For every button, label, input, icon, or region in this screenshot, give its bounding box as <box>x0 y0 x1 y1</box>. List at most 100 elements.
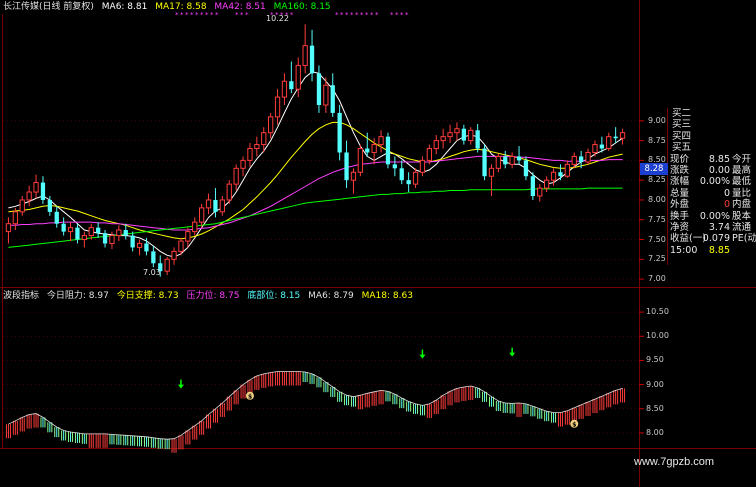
price-axis-label: 8.50 <box>648 155 666 165</box>
candle <box>433 135 439 155</box>
candle-body <box>178 240 184 252</box>
candle-body <box>371 144 377 153</box>
candle <box>330 73 335 117</box>
candle <box>530 172 535 200</box>
candle-body <box>350 171 357 181</box>
candle-body <box>274 96 281 118</box>
candle-body <box>254 144 260 150</box>
quote-value: 8.85 <box>708 244 730 256</box>
candle <box>558 164 563 181</box>
candle-body <box>426 148 432 161</box>
quote-right-label: PE(动) <box>732 233 756 245</box>
candle-body <box>419 159 426 173</box>
candle <box>33 174 39 199</box>
quote-row: 换手 0.00% 股本 <box>668 211 756 222</box>
quote-right-label: 今开 <box>732 153 752 165</box>
orderbook-label: 买二 <box>672 108 692 119</box>
candle <box>5 217 12 244</box>
price-axis-label: 9.00 <box>648 115 666 125</box>
candle-body <box>33 182 39 193</box>
candle <box>136 239 143 256</box>
candle-body <box>233 167 239 185</box>
candle-body <box>61 223 66 232</box>
quote-label: 收益(一) <box>670 233 706 245</box>
candle-body <box>558 172 563 177</box>
candle <box>240 156 246 177</box>
candle-body <box>144 243 149 252</box>
orderbook-label: 买三 <box>672 119 692 131</box>
candle <box>88 223 94 240</box>
candle-body <box>261 132 267 146</box>
price-axis-label: 7.25 <box>648 254 666 264</box>
signal-dot: * <box>345 11 349 19</box>
money-bag-icon: $ <box>245 391 254 400</box>
candle-body <box>185 231 191 242</box>
indicator-bars <box>5 371 626 453</box>
candles <box>5 24 626 277</box>
orderbook-row: 买四 <box>668 131 756 142</box>
ind-ma6-value: MA6: 8.79 <box>308 291 354 301</box>
quote-row: 收益(一)0.079PE(动) <box>668 233 756 244</box>
candle <box>192 217 198 236</box>
candle-body <box>240 159 246 169</box>
candle-body <box>447 132 453 138</box>
candle <box>81 231 87 248</box>
low-annotation: 7.03 <box>143 268 161 277</box>
orderbook-row: 买三 <box>668 119 756 130</box>
quote-row: 涨跌 0.00 最高 <box>668 165 756 176</box>
candle <box>468 127 474 145</box>
candle-body <box>475 130 480 149</box>
quote-value: 0.079 <box>702 233 730 245</box>
candle-body <box>281 80 288 98</box>
candle <box>254 136 260 157</box>
candle <box>96 222 101 238</box>
candle-body <box>337 112 342 153</box>
quote-right-label: 内盘 <box>732 199 752 211</box>
candle <box>412 168 419 189</box>
quote-row: 15:00 8.85 <box>668 245 756 256</box>
orderbook-row: 买五 <box>668 142 756 153</box>
candle-body <box>213 199 218 212</box>
candle <box>281 73 288 105</box>
candle-body <box>412 171 419 185</box>
candle-body <box>151 251 156 264</box>
candle-body <box>316 73 322 105</box>
candle <box>385 132 391 169</box>
indicator-axis-label: 8.50 <box>646 403 664 413</box>
candle <box>219 196 225 216</box>
bottom-value: 底部位: 8.15 <box>247 291 301 301</box>
quote-right-label: 最低 <box>732 176 752 188</box>
candle <box>102 230 108 248</box>
candle-body <box>67 227 74 233</box>
candle-body <box>102 233 108 244</box>
candle <box>344 140 349 189</box>
candle-body <box>344 152 349 181</box>
candle <box>185 227 191 248</box>
quote-label: 现价 <box>670 153 690 165</box>
indicator-name: 波段指标 <box>3 291 40 301</box>
quote-label: 外盘 <box>670 199 690 211</box>
quote-right-label: 量比 <box>732 187 752 199</box>
candle <box>406 172 411 193</box>
candle-body <box>579 156 584 162</box>
candle-body <box>205 199 212 209</box>
candle <box>302 24 308 74</box>
candle-body <box>365 148 370 153</box>
ma-lines <box>8 71 623 258</box>
orderbook-label: 买四 <box>672 130 692 142</box>
candle <box>619 128 626 145</box>
indicator-line <box>8 371 623 440</box>
quote-right-label: 股本 <box>732 210 752 222</box>
candle-body <box>12 211 18 225</box>
candle-body <box>295 64 301 90</box>
candle-body <box>482 148 487 177</box>
orderbook-list: 买二 买三 买四 买五 <box>668 108 756 154</box>
candle <box>233 164 239 191</box>
signal-dot: * <box>355 11 359 19</box>
candle-body <box>564 163 570 177</box>
candle-body <box>523 160 529 177</box>
candle-body <box>5 223 12 233</box>
candle <box>274 89 281 125</box>
candle <box>482 144 487 181</box>
quote-panel: 买二 买三 买四 买五 现价 8.85 今开 涨跌 0.00 最高 涨幅 0.00% 最低 总量 0 量比外… <box>668 108 756 256</box>
